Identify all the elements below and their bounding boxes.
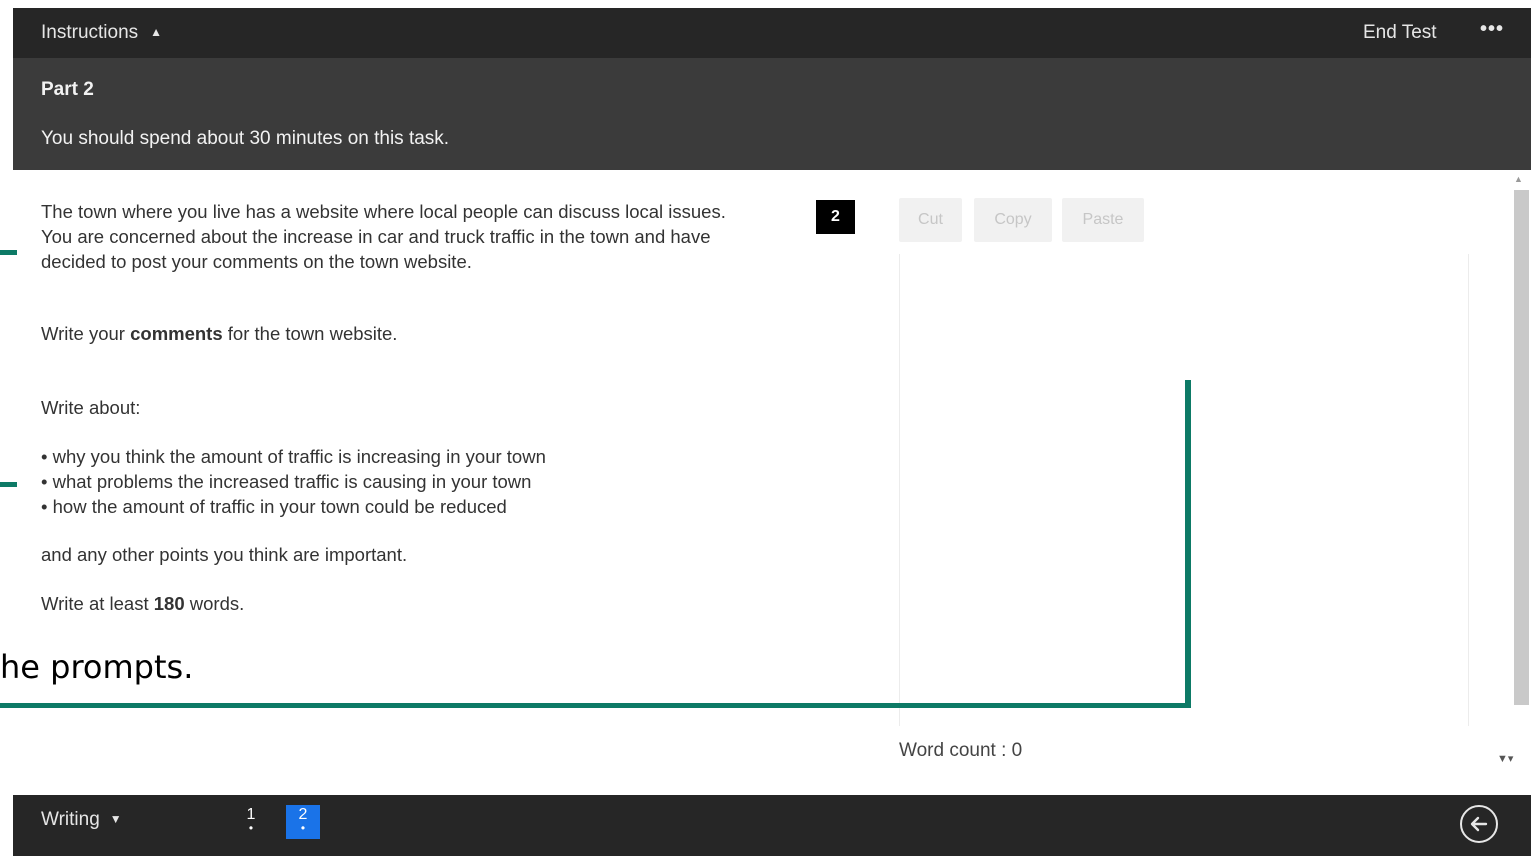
- question-status-dots: •: [248, 821, 254, 835]
- annotation-horizontal-line: [0, 703, 1191, 708]
- word-count: Word count : 0: [899, 740, 1022, 762]
- end-test-button[interactable]: End Test: [1363, 22, 1437, 44]
- part-title: Part 2: [41, 79, 94, 100]
- list-item: • how the amount of traffic in your town…: [41, 496, 507, 517]
- part-instructions: You should spend about 30 minutes on thi…: [41, 128, 450, 149]
- scrollbar-thumb[interactable]: [1514, 190, 1529, 705]
- annotation-vertical-line: [1185, 380, 1191, 708]
- back-arrow-icon[interactable]: [1460, 805, 1498, 843]
- section-selector[interactable]: Writing ▼: [41, 809, 122, 831]
- top-bar: Instructions ▲ End Test •••: [13, 8, 1531, 58]
- other-points-line: and any other points you think are impor…: [41, 544, 408, 565]
- cut-button[interactable]: Cut: [899, 198, 962, 242]
- bottom-nav-bar: Writing ▼ 1 • 2 •: [13, 795, 1531, 856]
- scroll-up-icon[interactable]: ▲: [1514, 174, 1523, 184]
- caret-up-icon: ▲: [150, 25, 163, 39]
- task-intro: The town where you live has a website wh…: [41, 201, 726, 272]
- annotation-caption: he prompts.: [0, 648, 194, 686]
- instructions-toggle[interactable]: Instructions ▲: [41, 22, 162, 44]
- write-suffix: for the town website.: [222, 323, 398, 344]
- min-suffix: words.: [184, 593, 245, 614]
- question-status-dots: •: [300, 821, 306, 835]
- more-menu-button[interactable]: •••: [1480, 18, 1504, 41]
- annotation-tick-middle: [0, 482, 17, 487]
- word-count-label: Word count :: [899, 740, 1012, 761]
- list-item: • what problems the increased traffic is…: [41, 471, 532, 492]
- part-header: Part 2 You should spend about 30 minutes…: [13, 58, 1531, 170]
- question-nav-1[interactable]: 1 •: [234, 805, 268, 839]
- question-number-badge: 2: [816, 200, 855, 234]
- write-about-label: Write about:: [41, 397, 141, 418]
- copy-button[interactable]: Copy: [974, 198, 1052, 242]
- word-minimum-line: Write at least 180 words.: [41, 591, 244, 616]
- word-count-value: 0: [1011, 740, 1023, 761]
- annotation-tick-top: [0, 250, 17, 255]
- arrow-left-icon: [1470, 816, 1488, 832]
- task-write-line: Write your comments for the town website…: [41, 321, 397, 346]
- write-bold: comments: [130, 323, 223, 344]
- scroll-down-icon[interactable]: ▼▾: [1497, 752, 1513, 765]
- min-prefix: Write at least: [41, 593, 154, 614]
- question-nav-2[interactable]: 2 •: [286, 805, 320, 839]
- min-bold: 180: [153, 593, 185, 614]
- caret-down-icon: ▼: [109, 812, 122, 826]
- paste-button[interactable]: Paste: [1062, 198, 1144, 242]
- list-item: • why you think the amount of traffic is…: [41, 446, 546, 467]
- instructions-label: Instructions: [41, 22, 139, 43]
- section-label: Writing: [41, 809, 100, 830]
- bullet-list: • why you think the amount of traffic is…: [41, 444, 546, 519]
- write-prefix: Write your: [41, 323, 131, 344]
- answer-textarea[interactable]: [899, 254, 1469, 726]
